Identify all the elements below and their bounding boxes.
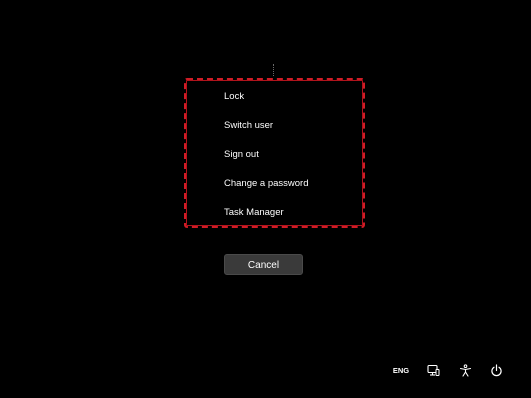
switch-user-option[interactable]: Switch user bbox=[224, 120, 273, 132]
security-options-screen: Lock Switch user Sign out Change a passw… bbox=[0, 0, 531, 398]
language-indicator[interactable]: ENG bbox=[390, 362, 412, 378]
drag-handle-dots bbox=[273, 64, 276, 76]
sign-out-option[interactable]: Sign out bbox=[224, 149, 259, 161]
security-options-menu bbox=[184, 78, 365, 228]
lock-option[interactable]: Lock bbox=[224, 91, 244, 103]
power-icon[interactable] bbox=[488, 362, 504, 378]
cancel-button[interactable]: Cancel bbox=[224, 254, 303, 275]
task-manager-option[interactable]: Task Manager bbox=[224, 207, 284, 219]
network-icon[interactable] bbox=[425, 362, 441, 378]
accessibility-icon[interactable] bbox=[457, 362, 473, 378]
change-password-option[interactable]: Change a password bbox=[224, 178, 309, 190]
